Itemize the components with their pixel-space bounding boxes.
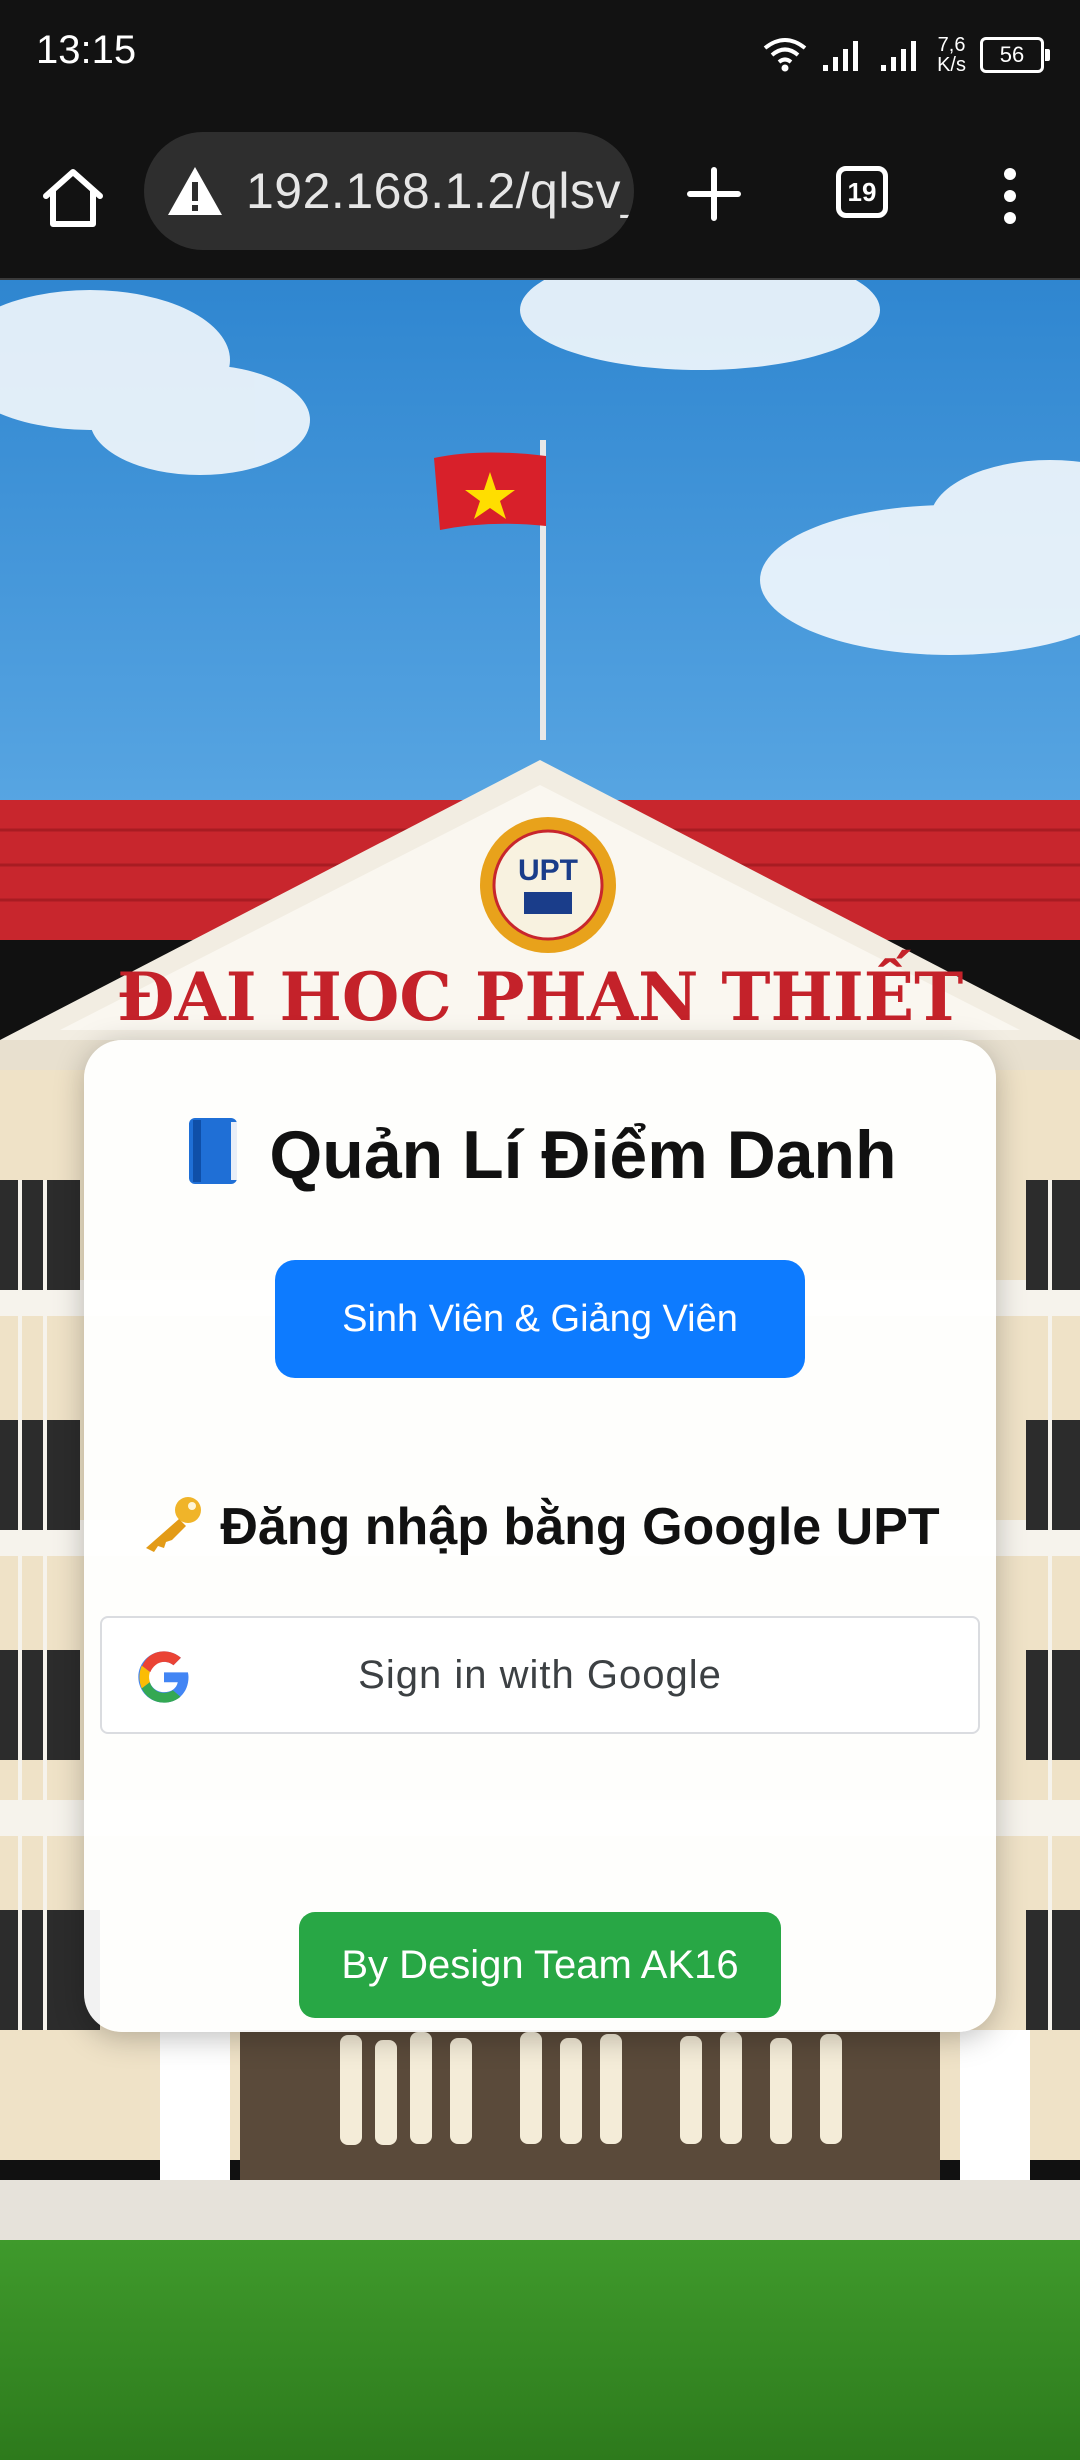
- role-select-button[interactable]: Sinh Viên & Giảng Viên: [275, 1260, 805, 1378]
- status-icons: 7,6 K/s 56: [763, 30, 1050, 80]
- credit-button[interactable]: By Design Team AK16: [299, 1912, 781, 2018]
- university-logo: UPT: [480, 817, 616, 953]
- google-login-heading-text: Đăng nhập bằng Google UPT: [220, 1498, 940, 1556]
- battery-icon: 56: [980, 37, 1050, 73]
- credit-label: By Design Team AK16: [341, 1942, 739, 1987]
- browser-toolbar: 192.168.1.2/qlsv_ 19: [0, 110, 1080, 280]
- plus-icon[interactable]: [682, 162, 746, 226]
- battery-level: 56: [999, 42, 1025, 67]
- status-bar: 13:15 7,6 K/s 56: [0, 0, 1080, 110]
- page-title: Quản Lí Điểm Danh: [84, 1114, 996, 1194]
- status-time: 13:15: [36, 28, 137, 72]
- wifi-icon: [763, 38, 807, 72]
- building-sign: ĐAI HOC PHAN THIẾT: [117, 951, 963, 1036]
- address-bar[interactable]: 192.168.1.2/qlsv_: [144, 132, 634, 250]
- tab-switcher-button[interactable]: 19: [836, 166, 888, 218]
- google-signin-button[interactable]: Sign in with Google: [100, 1616, 980, 1734]
- url-text[interactable]: 192.168.1.2/qlsv_: [246, 162, 634, 220]
- more-vert-icon[interactable]: [990, 166, 1030, 226]
- signal-icon: [823, 41, 859, 71]
- login-card: Quản Lí Điểm Danh Sinh Viên & Giảng Viên…: [84, 1040, 996, 2032]
- tab-count: 19: [847, 176, 877, 207]
- role-select-label: Sinh Viên & Giảng Viên: [342, 1297, 738, 1340]
- warning-icon[interactable]: [166, 165, 224, 217]
- google-login-heading: Đăng nhập bằng Google UPT: [84, 1494, 996, 1557]
- signal-icon: [881, 41, 917, 71]
- book-icon: [189, 1118, 238, 1184]
- logo-text: UPT: [518, 854, 578, 887]
- google-signin-label: Sign in with Google: [358, 1653, 722, 1697]
- flag: [434, 452, 546, 530]
- page-title-text: Quản Lí Điểm Danh: [269, 1117, 897, 1193]
- home-icon[interactable]: [38, 162, 108, 232]
- net-speed-value: 7,6: [937, 34, 966, 56]
- lawn: [0, 2240, 1080, 2460]
- key-icon: [146, 1497, 202, 1552]
- net-speed: 7,6 K/s: [937, 35, 966, 75]
- net-speed-unit: K/s: [937, 54, 966, 76]
